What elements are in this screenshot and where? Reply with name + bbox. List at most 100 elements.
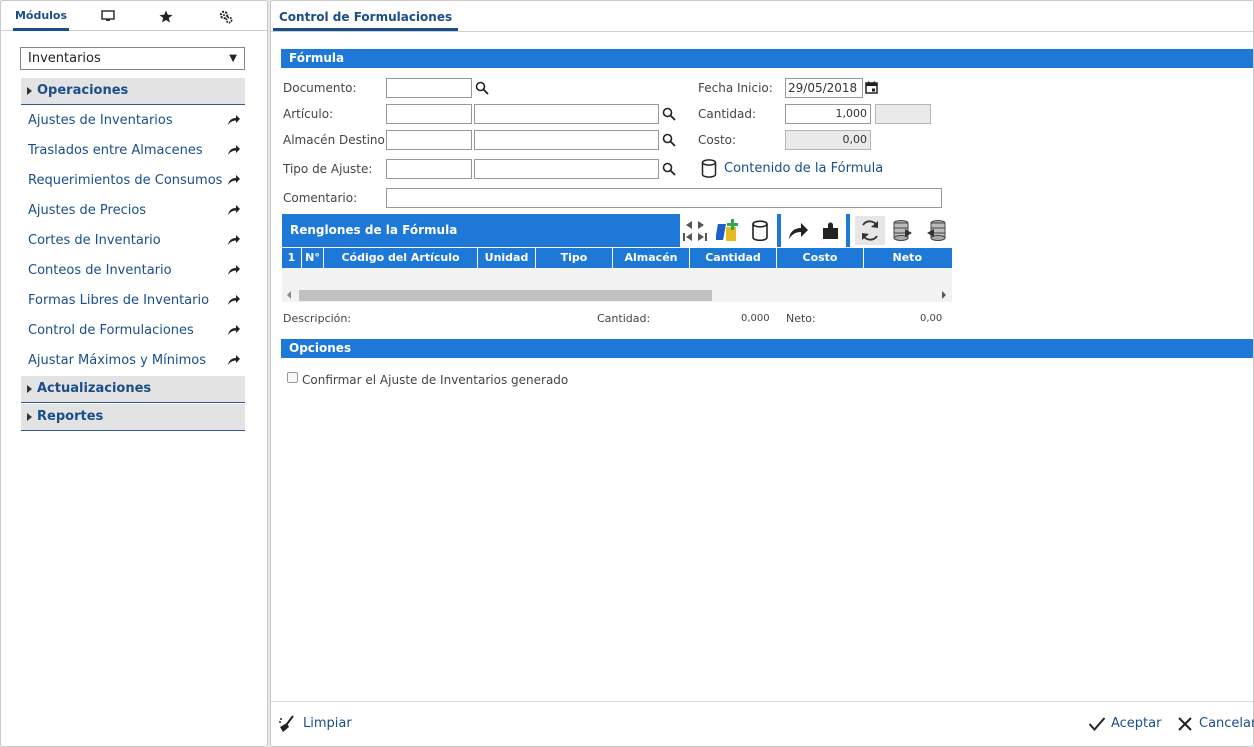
contenido-formula-link[interactable]: Contenido de la Fórmula (724, 162, 883, 176)
forward-arrow-icon[interactable] (227, 324, 241, 336)
sidebar-menu-item[interactable]: Ajustes de Inventarios (28, 106, 243, 136)
tab-monitor[interactable] (91, 1, 125, 31)
unidad-readonly-field (875, 104, 931, 124)
panel-tabs: Módulos (1, 1, 267, 31)
grid-column-header[interactable]: 1 (282, 248, 302, 268)
search-icon[interactable] (662, 133, 676, 147)
sidebar-menu-item-label: Formas Libres de Inventario (28, 293, 210, 308)
sidebar-menu-item[interactable]: Ajustes de Precios (28, 196, 243, 226)
aceptar-label: Aceptar (1111, 716, 1162, 731)
search-icon[interactable] (662, 162, 676, 176)
gears-icon (219, 10, 233, 24)
search-icon[interactable] (662, 107, 676, 121)
label-costo: Costo: (698, 133, 737, 147)
refresh-icon[interactable] (855, 216, 885, 245)
grid-column-header[interactable]: Unidad (478, 248, 536, 268)
grid-column-header[interactable]: Cantidad (690, 248, 777, 268)
sidebar-menu-item[interactable]: Cortes de Inventario (28, 226, 243, 256)
scroll-right-icon[interactable] (942, 291, 946, 299)
fecha-inicio-input[interactable]: 29/05/2018 (785, 78, 863, 98)
grid-header-row: 1 N° Código del Artículo Unidad Tipo Almacén C… (282, 248, 952, 268)
summary-neto-value: 0,00 (920, 313, 943, 324)
grid-column-header[interactable]: Costo (777, 248, 864, 268)
articulo-code-input[interactable] (386, 104, 472, 124)
sidebar-menu-item[interactable]: Conteos de Inventario (28, 256, 243, 286)
grid-column-header[interactable]: Almacén (613, 248, 690, 268)
forward-arrow-icon[interactable] (227, 144, 241, 156)
confirm-ajuste-checkbox[interactable] (287, 372, 298, 383)
grid-column-header[interactable]: Tipo (536, 248, 613, 268)
scroll-left-icon[interactable] (287, 291, 291, 299)
group-actualizaciones[interactable]: Actualizaciones (21, 376, 245, 403)
group-label: Actualizaciones (37, 381, 152, 396)
sidebar-menu-item-label: Ajustar Máximos y Mínimos (28, 353, 206, 368)
label-comentario: Comentario: (283, 191, 358, 205)
grid-column-header[interactable]: N° (302, 248, 324, 268)
tipo-ajuste-code-input[interactable] (386, 159, 472, 179)
cantidad-input[interactable]: 1,000 (785, 104, 871, 124)
sidebar-menu-item-label: Cortes de Inventario (28, 233, 161, 248)
navigation-arrows-icon[interactable] (680, 217, 710, 245)
forward-arrow-icon[interactable] (227, 174, 241, 186)
caret-right-icon (27, 413, 32, 421)
puzzle-icon[interactable] (821, 221, 841, 241)
label-articulo: Artículo: (283, 107, 334, 121)
forward-arrow-icon[interactable] (227, 354, 241, 366)
check-icon (1088, 717, 1106, 732)
caret-right-icon (27, 87, 32, 95)
sidebar-menu-item[interactable]: Ajustar Máximos y Mínimos (28, 346, 243, 376)
confirm-ajuste-label[interactable]: Confirmar el Ajuste de Inventarios gener… (302, 373, 568, 387)
almacen-code-input[interactable] (386, 130, 472, 150)
forward-arrow-icon[interactable] (227, 264, 241, 276)
group-reportes[interactable]: Reportes (21, 404, 245, 431)
sidebar-menu-item-label: Ajustes de Precios (28, 203, 147, 218)
search-icon[interactable] (475, 81, 489, 95)
documento-input[interactable] (386, 78, 472, 98)
dropdown-arrow-icon: ▼ (229, 53, 237, 64)
main-panel: Control de Formulaciones Fórmula Documen… (270, 0, 1254, 747)
database-icon[interactable] (701, 159, 717, 178)
comentario-input[interactable] (386, 188, 942, 208)
broom-icon (279, 715, 294, 732)
forward-arrow-icon[interactable] (227, 114, 241, 126)
caret-right-icon (27, 385, 32, 393)
sidebar-menu-item[interactable]: Traslados entre Almacenes (28, 136, 243, 166)
module-select[interactable]: Inventarios ▼ (20, 47, 245, 70)
monitor-icon (101, 10, 115, 21)
tab-settings[interactable] (209, 1, 243, 31)
grid-column-header[interactable]: Neto (864, 248, 924, 268)
tab-favorites[interactable] (149, 1, 183, 31)
sidebar-menu-item-label: Conteos de Inventario (28, 263, 172, 278)
horizontal-scrollbar[interactable] (282, 288, 952, 302)
section-opciones: Opciones (281, 339, 1253, 358)
cancelar-label: Cancelar (1199, 716, 1254, 731)
grid-column-header[interactable]: Código del Artículo (324, 248, 478, 268)
limpiar-label: Limpiar (303, 716, 352, 731)
import-database-icon[interactable] (924, 219, 948, 243)
tab-divider (271, 31, 1253, 32)
tab-modulos[interactable]: Módulos (13, 1, 69, 31)
forward-arrow-icon[interactable] (227, 294, 241, 306)
forward-arrow-icon[interactable] (227, 204, 241, 216)
sidebar-menu-item-label: Requerimientos de Consumos (28, 173, 223, 188)
add-item-icon[interactable] (716, 218, 742, 244)
label-descripcion: Descripción: (283, 312, 352, 325)
articulo-desc-input[interactable] (474, 104, 659, 124)
almacen-desc-input[interactable] (474, 130, 659, 150)
group-label: Operaciones (37, 83, 129, 98)
sidebar-menu-item-label: Control de Formulaciones (28, 323, 194, 338)
tab-control-formulaciones[interactable]: Control de Formulaciones (273, 1, 459, 31)
sidebar-menu-item[interactable]: Formas Libres de Inventario (28, 286, 243, 316)
forward-arrow-icon[interactable] (227, 234, 241, 246)
tipo-ajuste-desc-input[interactable] (474, 159, 659, 179)
export-database-icon[interactable] (892, 219, 916, 243)
star-icon (159, 10, 173, 23)
calendar-icon[interactable] (865, 81, 878, 94)
forward-arrow-icon[interactable] (787, 221, 809, 241)
database-icon[interactable] (751, 220, 769, 242)
sidebar-menu-item[interactable]: Control de Formulaciones (28, 316, 243, 346)
sidebar-menu-item[interactable]: Requerimientos de Consumos (28, 166, 243, 196)
scrollbar-thumb[interactable] (299, 290, 712, 301)
group-operaciones[interactable]: Operaciones (21, 78, 245, 105)
label-tipo-ajuste: Tipo de Ajuste: (283, 162, 373, 176)
